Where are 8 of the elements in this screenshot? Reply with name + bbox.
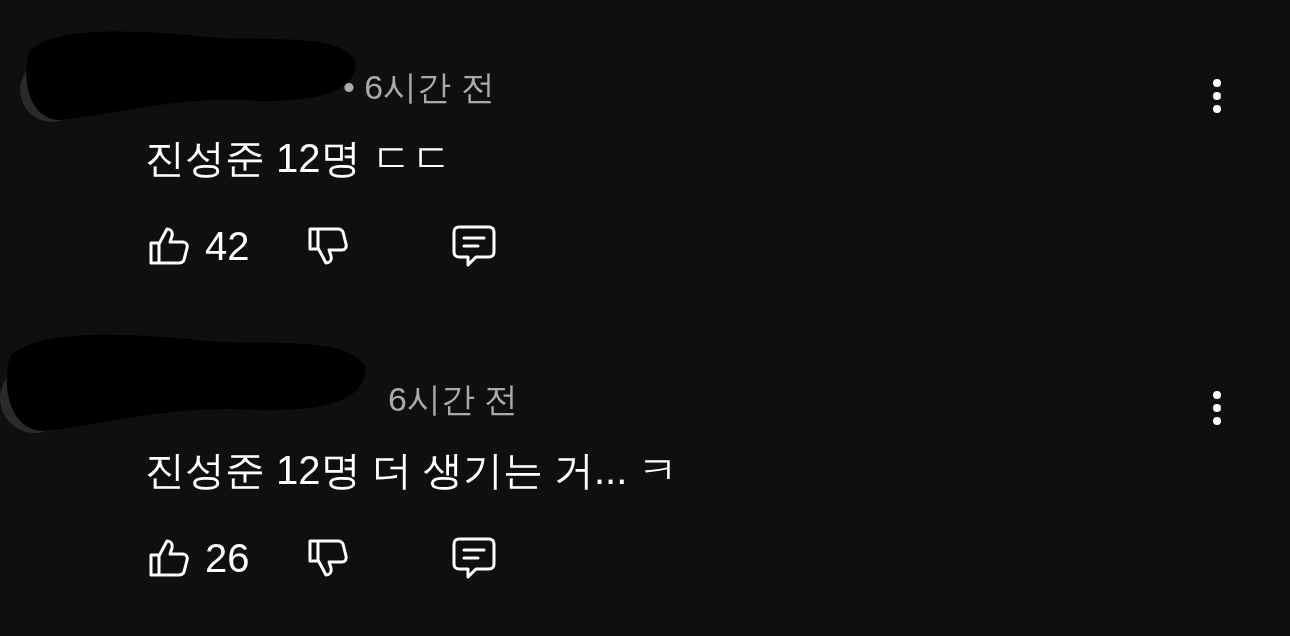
comment-text: 진성준 12명 더 생기는 거... ㅋ (145, 447, 680, 494)
more-menu-icon[interactable] (1211, 390, 1223, 426)
like-count: 42 (205, 223, 250, 269)
timestamp: • 6시간 전 (343, 67, 495, 108)
like-count: 26 (205, 535, 250, 581)
timestamp: 6시간 전 (388, 379, 519, 420)
more-menu-icon[interactable] (1211, 78, 1223, 114)
comment-text: 진성준 12명 ㄷㄷ (145, 135, 453, 182)
